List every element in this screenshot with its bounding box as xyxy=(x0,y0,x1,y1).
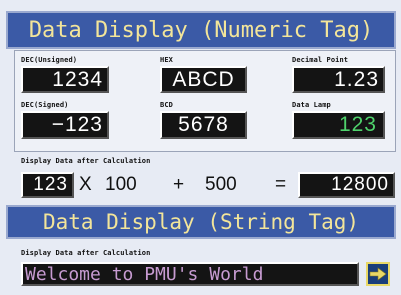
decimal-point-display: 1.23 xyxy=(292,66,385,93)
plus-operator: + xyxy=(173,174,185,195)
numeric-section-title-text: Data Display (Numeric Tag) xyxy=(28,17,374,43)
bcd-label: BCD xyxy=(160,101,173,109)
string-section-title: Data Display (String Tag) xyxy=(6,205,396,239)
data-lamp-label: Data Lamp xyxy=(292,101,331,109)
calculation-label: Display Data after Calculation xyxy=(21,157,151,165)
hmi-screen: Data Display (Numeric Tag) DEC(Unsigned)… xyxy=(0,0,401,295)
string-section-title-text: Data Display (String Tag) xyxy=(42,210,360,234)
dec-unsigned-label: DEC(Unsigned) xyxy=(21,56,78,64)
hex-label: HEX xyxy=(160,56,173,64)
multiplier-value: 100 xyxy=(105,174,137,195)
multiply-operator: X xyxy=(79,174,92,195)
right-arrow-icon xyxy=(369,267,387,281)
calculation-row: 123 X 100 + 500 = 12800 xyxy=(21,172,401,198)
dec-unsigned-display: 1234 xyxy=(21,66,109,93)
data-lamp-display: 123 xyxy=(292,111,385,139)
equals-sign: = xyxy=(275,174,287,195)
string-display: Welcome to PMU's World xyxy=(21,262,359,286)
next-arrow-button[interactable] xyxy=(366,262,390,286)
decimal-point-label: Decimal Point xyxy=(292,56,349,64)
dec-signed-display: −123 xyxy=(21,111,109,139)
hex-display: ABCD xyxy=(160,66,247,93)
bcd-display: 5678 xyxy=(160,111,247,139)
string-label: Display Data after Calculation xyxy=(21,249,151,257)
calculation-result-display: 12800 xyxy=(298,172,395,198)
numeric-section-title: Data Display (Numeric Tag) xyxy=(6,11,396,49)
dec-signed-label: DEC(Signed) xyxy=(21,101,69,109)
calculation-input-display: 123 xyxy=(21,172,74,198)
addend-value: 500 xyxy=(205,174,237,195)
